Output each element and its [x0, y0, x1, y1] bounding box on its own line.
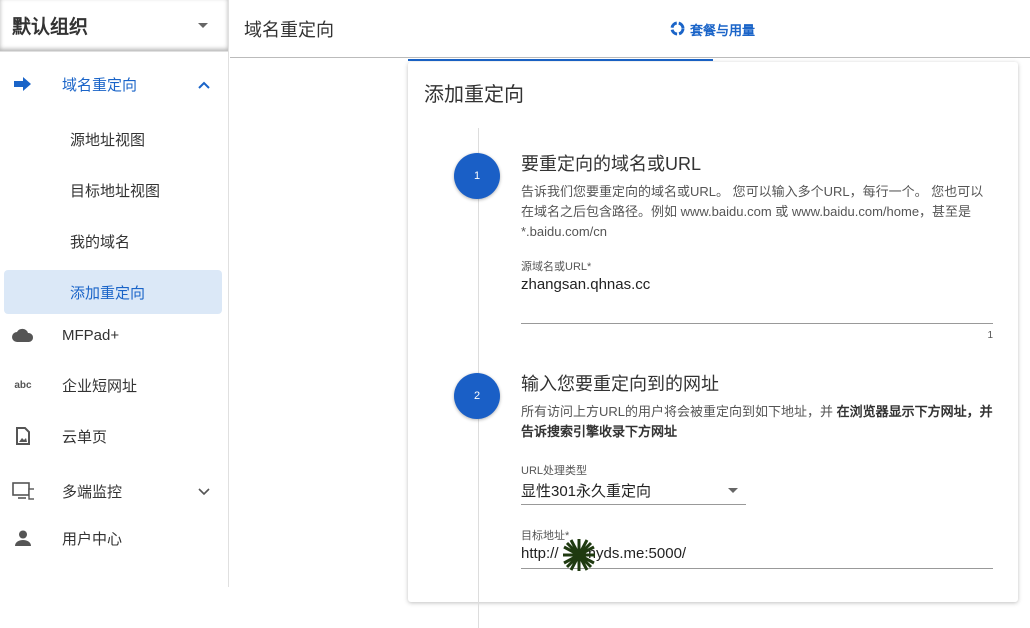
chevron-down-icon [198, 484, 210, 499]
person-icon [12, 527, 34, 549]
source-url-field[interactable]: 源域名或URL* zhangsan.qhnas.cc 1 [521, 258, 993, 341]
caret-down-icon [728, 488, 738, 493]
step-1-title: 要重定向的域名或URL [521, 154, 702, 174]
step-1-section: 要重定向的域名或URL 告诉我们您要重定向的域名或URL。 您可以输入多个URL… [521, 150, 993, 341]
plan-usage-link[interactable]: 套餐与用量 [670, 20, 755, 39]
loading-progress-bar [408, 59, 713, 61]
caret-down-icon [198, 23, 208, 28]
org-selector[interactable]: 默认组织 [0, 0, 228, 52]
sidebar-item-short-url[interactable]: abc 企业短网址 [4, 363, 222, 407]
abc-icon: abc [14, 379, 32, 391]
sidebar-item-label: 企业短网址 [62, 377, 138, 395]
sidebar-item-source-view[interactable]: 源地址视图 [4, 117, 222, 161]
desc-text: 所有访问上方URL的用户将会被重定向到如下地址，并 [521, 404, 837, 419]
source-url-input[interactable]: zhangsan.qhnas.cc [521, 276, 993, 324]
org-name: 默认组织 [12, 17, 89, 38]
top-header: 域名重定向 [230, 0, 1030, 58]
sidebar-item-cloud-page[interactable]: 云单页 [4, 414, 222, 458]
url-type-label: URL处理类型 [521, 465, 588, 477]
refresh-circle-icon [670, 21, 685, 39]
sidebar-item-label: 添加重定向 [70, 284, 146, 302]
redaction-mark-icon [561, 537, 597, 577]
step-2-title: 输入您要重定向到的网址 [521, 374, 719, 394]
add-redirect-card: 添加重定向 1 要重定向的域名或URL 告诉我们您要重定向的域名或URL。 您可… [408, 62, 1018, 628]
sidebar-item-my-domains[interactable]: 我的域名 [4, 219, 222, 263]
url-type-select[interactable]: URL处理类型 显性301永久重定向 [521, 462, 746, 505]
page-title: 域名重定向 [244, 19, 334, 40]
arrow-right-icon [12, 73, 34, 95]
step-badge-1: 1 [454, 153, 500, 199]
sidebar-item-label: 云单页 [62, 428, 108, 446]
chevron-up-icon [198, 77, 210, 92]
line-counter: 1 [987, 330, 993, 341]
target-url-input[interactable]: http:// .myds.me:5000/ [521, 539, 993, 571]
card-title: 添加重定向 [424, 84, 524, 106]
devices-icon [12, 480, 34, 502]
sidebar-item-add-redirect[interactable]: 添加重定向 [4, 270, 222, 314]
page-image-icon [12, 425, 34, 447]
plan-usage-label: 套餐与用量 [690, 23, 756, 38]
source-url-label: 源域名或URL* [521, 261, 592, 273]
sidebar-item-label: 源地址视图 [70, 131, 146, 149]
step-1-description: 告诉我们您要重定向的域名或URL。 您可以输入多个URL，每行一个。 您也可以在… [521, 184, 984, 239]
cloud-icon [12, 324, 34, 346]
target-url-field[interactable]: 目标地址* http:// .myds.me:5000/ [521, 527, 993, 571]
step-2-section: 输入您要重定向到的网址 所有访问上方URL的用户将会被重定向到如下地址，并 在浏… [521, 370, 993, 571]
sidebar-item-label: 用户中心 [62, 530, 123, 548]
sidebar-item-user-center[interactable]: 用户中心 [4, 516, 222, 560]
sidebar-item-label: 目标地址视图 [70, 182, 161, 200]
url-type-value: 显性301永久重定向 [521, 483, 652, 500]
sidebar-item-label: 多端监控 [62, 483, 123, 501]
sidebar-item-mfpad[interactable]: MFPad+ [4, 313, 222, 357]
sidebar-item-domain-redirect[interactable]: 域名重定向 [4, 62, 222, 106]
sidebar-item-label: 域名重定向 [62, 76, 138, 94]
sidebar-item-target-view[interactable]: 目标地址视图 [4, 168, 222, 212]
sidebar-item-label: MFPad+ [62, 326, 120, 344]
step-badge-2: 2 [454, 373, 500, 419]
step-2-description: 所有访问上方URL的用户将会被重定向到如下地址，并 在浏览器显示下方网址，并告诉… [521, 402, 993, 442]
sidebar-item-monitoring[interactable]: 多端监控 [4, 469, 222, 513]
sidebar-item-label: 我的域名 [70, 233, 131, 251]
sidebar: 默认组织 域名重定向 源地址视图 目标地址视图 我的域名 添加重定向 MFPad… [0, 0, 229, 587]
target-url-value: http:// .myds.me:5000/ [521, 545, 687, 562]
